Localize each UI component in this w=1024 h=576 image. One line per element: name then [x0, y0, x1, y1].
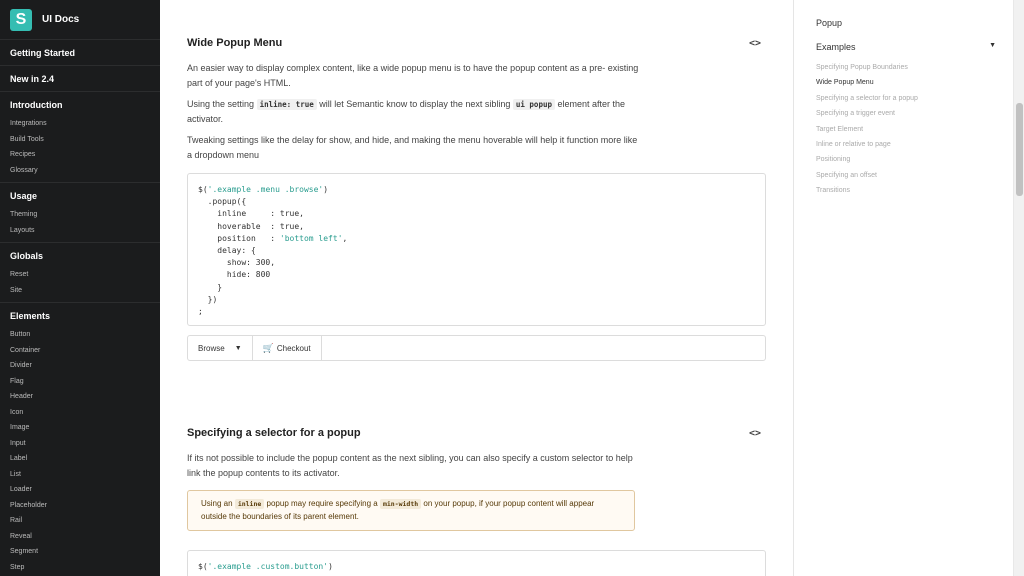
text: Using an — [201, 499, 233, 508]
description-paragraph: Using the setting inline: true will let … — [187, 97, 642, 127]
toc-item-active[interactable]: Wide Popup Menu — [816, 75, 918, 90]
sidebar: S UI Docs Getting Started New in 2.4 Int… — [0, 0, 160, 576]
inline-code: ui popup — [512, 99, 555, 110]
sidebar-item-reset[interactable]: Reset — [10, 267, 160, 283]
code-block[interactable]: $('.example .custom.button') — [187, 550, 766, 576]
code-toggle-icon[interactable]: <> — [749, 428, 761, 439]
toc-item[interactable]: Specifying a selector for a popup — [816, 91, 918, 106]
sidebar-item-placeholder[interactable]: Placeholder — [10, 498, 160, 514]
sidebar-item-rail[interactable]: Rail — [10, 513, 160, 529]
sidebar-item-build-tools[interactable]: Build Tools — [10, 132, 160, 148]
browse-dropdown[interactable]: Browse ▼ — [188, 336, 253, 360]
brand[interactable]: S UI Docs — [0, 0, 160, 40]
sidebar-item-header[interactable]: Header — [10, 389, 160, 405]
code-toggle-icon[interactable]: <> — [749, 38, 761, 49]
description-paragraph: If its not possible to include the popup… — [187, 453, 633, 478]
sidebar-item-icon[interactable]: Icon — [10, 405, 160, 421]
sidebar-item-layouts[interactable]: Layouts — [10, 223, 160, 239]
example-wide-popup-menu: Wide Popup Menu <> An easier way to disp… — [187, 35, 766, 361]
toc-item[interactable]: Target Element — [816, 122, 918, 137]
text: popup may require specifying a — [266, 499, 378, 508]
toc-item[interactable]: Specifying a trigger event — [816, 106, 918, 121]
code-line: show: 300, — [198, 258, 276, 268]
caret-down-icon: ▼ — [234, 344, 242, 352]
code-line: hoverable : true, — [198, 221, 304, 231]
section-title: Specifying a selector for a popup — [187, 427, 361, 439]
sidebar-item-recipes[interactable]: Recipes — [10, 147, 160, 163]
toc-examples-label: Examples — [816, 42, 856, 52]
inline-code: inline — [234, 499, 265, 509]
toc-list: Specifying Popup Boundaries Wide Popup M… — [816, 60, 918, 199]
cart-icon: 🛒 — [262, 342, 274, 353]
description-paragraph: An easier way to display complex content… — [187, 63, 639, 88]
code-line: } — [198, 282, 223, 292]
sidebar-section-title[interactable]: Introduction — [10, 100, 160, 110]
sidebar-section-title[interactable]: Globals — [10, 251, 160, 261]
toc-examples-header[interactable]: Examples ▼ — [816, 42, 996, 52]
sidebar-section-title[interactable]: Usage — [10, 191, 160, 201]
code-line: delay: { — [198, 246, 256, 256]
sidebar-link-new-in[interactable]: New in 2.4 — [0, 66, 160, 92]
sidebar-link-getting-started[interactable]: Getting Started — [0, 40, 160, 66]
sidebar-item-loader[interactable]: Loader — [10, 482, 160, 498]
sidebar-item-flag[interactable]: Flag — [10, 374, 160, 390]
page-scrollbar[interactable] — [1013, 0, 1024, 576]
code-block[interactable]: $('.example .menu .browse') .popup({ inl… — [187, 173, 766, 326]
code-line: }) — [198, 294, 218, 304]
text: will let Semantic know to display the ne… — [319, 99, 511, 109]
toc-item[interactable]: Positioning — [816, 152, 918, 167]
sidebar-item-container[interactable]: Container — [10, 343, 160, 359]
toc-item[interactable]: Specifying an offset — [816, 168, 918, 183]
code-line: hide: 800 — [198, 270, 271, 280]
caret-down-icon: ▼ — [989, 42, 996, 49]
sidebar-section-title[interactable]: Elements — [10, 311, 160, 321]
toc-item[interactable]: Specifying Popup Boundaries — [816, 60, 918, 75]
checkout-label: Checkout — [276, 343, 311, 353]
inline-code: min-width — [379, 499, 422, 509]
sidebar-item-label[interactable]: Label — [10, 451, 160, 467]
code-line: .popup({ — [198, 197, 247, 207]
text: Using the setting — [187, 99, 255, 109]
sidebar-section-elements: Elements Button Container Divider Flag H… — [0, 303, 160, 576]
code-line: inline : true, — [198, 209, 304, 219]
example-selector-popup: Specifying a selector for a popup <> If … — [187, 425, 766, 576]
brand-name: UI Docs — [42, 14, 80, 25]
inline-code: inline: true — [256, 99, 317, 110]
logo-icon: S — [10, 8, 32, 31]
code-line: position : 'bottom left', — [198, 233, 348, 243]
section-title: Wide Popup Menu — [187, 37, 283, 49]
browse-label: Browse — [198, 343, 225, 353]
sidebar-item-segment[interactable]: Segment — [10, 544, 160, 560]
description-paragraph: Tweaking settings like the delay for sho… — [187, 135, 638, 160]
sidebar-item-glossary[interactable]: Glossary — [10, 163, 160, 179]
sidebar-item-list[interactable]: List — [10, 467, 160, 483]
sidebar-section-introduction: Introduction Integrations Build Tools Re… — [0, 92, 160, 183]
code-line: $('.example .menu .browse') — [198, 185, 329, 194]
toc-item[interactable]: Inline or relative to page — [816, 137, 918, 152]
toc-item[interactable]: Transitions — [816, 183, 918, 198]
sidebar-item-reveal[interactable]: Reveal — [10, 529, 160, 545]
sidebar-section-usage: Usage Theming Layouts — [0, 183, 160, 243]
sidebar-item-step[interactable]: Step — [10, 560, 160, 576]
sidebar-item-input[interactable]: Input — [10, 436, 160, 452]
sidebar-item-divider[interactable]: Divider — [10, 358, 160, 374]
sidebar-section-globals: Globals Reset Site — [0, 243, 160, 303]
code-line: $('.example .custom.button') — [198, 562, 333, 571]
sidebar-item-integrations[interactable]: Integrations — [10, 116, 160, 132]
toc-title[interactable]: Popup — [816, 18, 842, 28]
checkout-item[interactable]: 🛒 Checkout — [253, 336, 322, 360]
sidebar-item-button[interactable]: Button — [10, 327, 160, 343]
sidebar-item-image[interactable]: Image — [10, 420, 160, 436]
code-line: ; — [198, 307, 203, 317]
main-content: Wide Popup Menu <> An easier way to disp… — [160, 0, 793, 576]
sidebar-item-theming[interactable]: Theming — [10, 207, 160, 223]
sidebar-item-site[interactable]: Site — [10, 283, 160, 299]
table-of-contents: Popup Examples ▼ Specifying Popup Bounda… — [793, 0, 1013, 576]
demo-menu: Browse ▼ 🛒 Checkout — [187, 335, 766, 361]
warning-message: Using an inline popup may require specif… — [187, 490, 635, 531]
scrollbar-thumb[interactable] — [1016, 103, 1023, 196]
